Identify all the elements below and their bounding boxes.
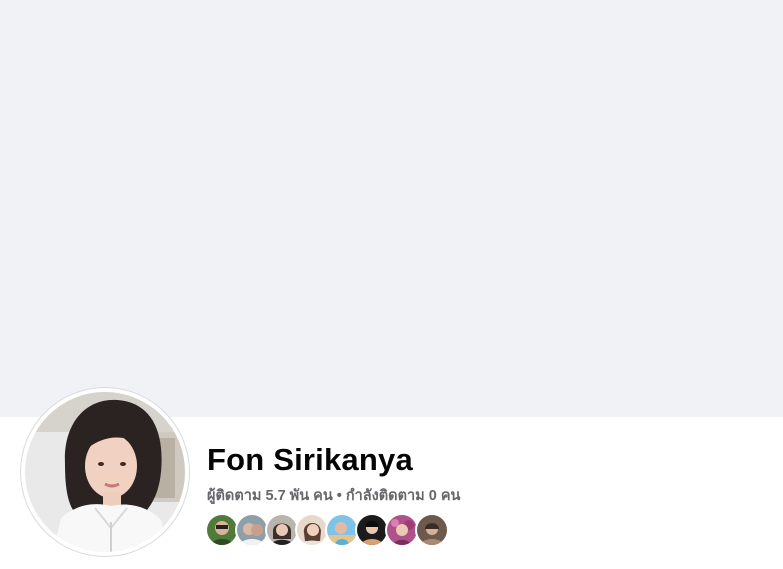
friend-avatar[interactable] <box>325 513 359 547</box>
friend-avatar[interactable] <box>355 513 389 547</box>
profile-page: Fon Sirikanya ผู้ติดตาม 5.7 พัน คน • กำลัง… <box>0 0 783 569</box>
separator-dot: • <box>336 488 342 504</box>
friend-avatar[interactable] <box>265 513 299 547</box>
friend-avatar[interactable] <box>385 513 419 547</box>
cover-photo[interactable] <box>0 0 783 417</box>
profile-photo-image <box>25 392 185 552</box>
friend-avatar[interactable] <box>235 513 269 547</box>
friend-avatar[interactable] <box>415 513 449 547</box>
profile-name: Fon Sirikanya <box>207 442 413 477</box>
following-link[interactable]: กำลังติดตาม 0 คน <box>346 488 461 504</box>
friend-avatar[interactable] <box>205 513 239 547</box>
friend-avatar-stack <box>205 513 449 547</box>
followers-link[interactable]: ผู้ติดตาม 5.7 พัน คน <box>207 488 333 504</box>
profile-picture[interactable] <box>21 388 189 556</box>
friend-avatar[interactable] <box>295 513 329 547</box>
follow-stats: ผู้ติดตาม 5.7 พัน คน • กำลังติดตาม 0 คน <box>207 484 460 507</box>
